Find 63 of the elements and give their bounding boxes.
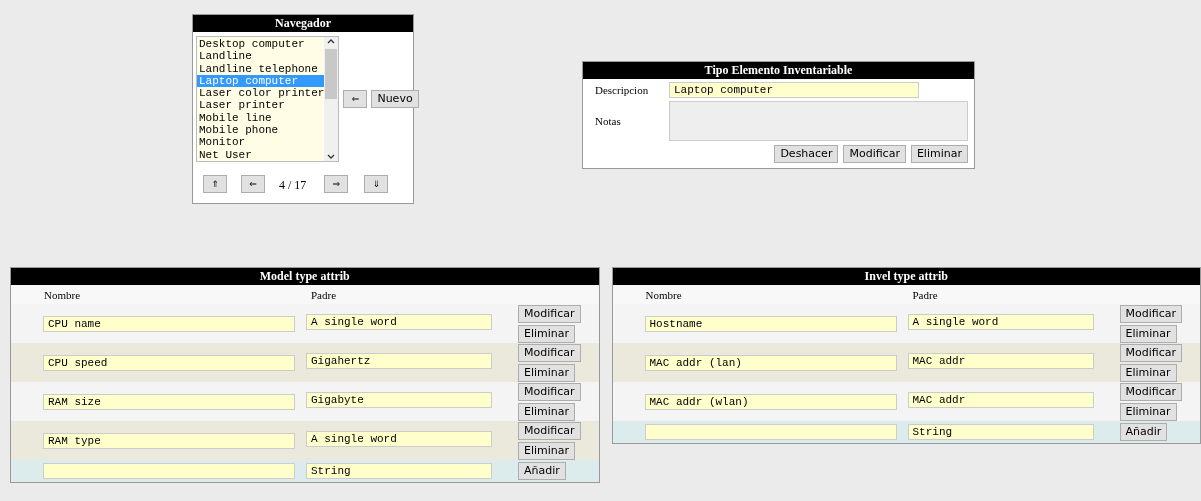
row-button[interactable]: Modificar [1119, 343, 1182, 362]
panel-title: Model type attrib [11, 268, 599, 285]
row-button[interactable]: Eliminar [518, 441, 576, 460]
row-button[interactable]: Eliminar [1119, 402, 1177, 421]
panel-title: Tipo Elemento Inventariable [583, 62, 974, 79]
row-button[interactable]: Modificar [518, 304, 581, 323]
panel-title: Invel type attrib [612, 268, 1200, 285]
add-button[interactable]: Añadir [518, 462, 566, 480]
parent-field[interactable]: Gigabyte [306, 392, 492, 408]
parent-field[interactable]: String [907, 424, 1094, 440]
form-button[interactable]: Modificar [843, 145, 906, 163]
name-field[interactable]: MAC addr (lan) [644, 354, 897, 371]
previous-button[interactable]: ⇐ [241, 174, 265, 193]
back-button[interactable]: ⇐ [343, 90, 368, 108]
parent-field[interactable]: A single word [306, 431, 492, 447]
row-button[interactable]: Eliminar [1119, 324, 1177, 343]
row-button[interactable]: Eliminar [518, 363, 576, 382]
column-header: Padre [311, 288, 337, 301]
parent-field[interactable]: Gigahertz [306, 353, 492, 369]
column-header: Nombre [44, 288, 82, 301]
first-button[interactable]: ⇑ [203, 174, 227, 193]
parent-field[interactable]: String [306, 463, 492, 479]
list-item[interactable]: Laser color printer [197, 87, 325, 100]
list-item[interactable]: Mobile phone [197, 124, 325, 137]
name-field[interactable]: MAC addr (wlan) [644, 393, 897, 410]
list-item[interactable]: Landline telephone [197, 62, 325, 75]
name-field[interactable]: CPU name [43, 315, 295, 332]
row-button[interactable]: Eliminar [1119, 363, 1177, 382]
new-button[interactable]: Nuevo [371, 90, 419, 108]
parent-field[interactable]: MAC addr [907, 392, 1094, 408]
column-header: Nombre [645, 288, 683, 301]
row-button[interactable]: Eliminar [518, 324, 576, 343]
list-item[interactable]: Laser printer [197, 99, 325, 112]
list-box[interactable]: Desktop computer Landline Landline telephone Laptop computer Laser color printer Laser printer Mobile line Mobile phone Monitor Net User [196, 36, 340, 162]
list-item[interactable]: Landline [197, 50, 325, 63]
list-item[interactable]: Net User [197, 148, 325, 161]
page-counter: 4 / 17 [279, 178, 307, 193]
form-button[interactable]: Eliminar [910, 145, 968, 163]
row-button[interactable]: Modificar [518, 421, 581, 440]
row-button[interactable]: Modificar [518, 343, 581, 362]
row-button[interactable]: Modificar [1119, 382, 1182, 401]
row-button[interactable]: Eliminar [518, 402, 576, 421]
row-button[interactable]: Modificar [1119, 304, 1182, 323]
row-button[interactable]: Modificar [518, 382, 581, 401]
list-item[interactable]: Desktop computer [197, 38, 325, 51]
name-field[interactable]: Hostname [644, 315, 897, 332]
name-field[interactable]: RAM size [43, 393, 295, 410]
list-item[interactable]: Mobile line [197, 111, 325, 125]
last-button[interactable]: ⇓ [364, 174, 389, 193]
add-button[interactable]: Añadir [1119, 423, 1168, 441]
field-label: Descripcion [595, 84, 650, 96]
name-field[interactable]: RAM type [43, 432, 295, 449]
name-field[interactable]: CPU speed [43, 354, 295, 371]
parent-field[interactable]: A single word [907, 314, 1094, 330]
next-button[interactable]: ⇒ [324, 174, 349, 193]
parent-field[interactable]: A single word [306, 314, 492, 330]
parent-field[interactable]: MAC addr [907, 353, 1094, 369]
panel-title: Navegador [193, 15, 413, 32]
column-header: Padre [912, 288, 938, 301]
list-item[interactable]: Monitor [197, 136, 325, 149]
form-button[interactable]: Deshacer [774, 145, 839, 163]
field-label: Notas [595, 115, 622, 127]
description-field[interactable]: Laptop computer [669, 82, 919, 98]
